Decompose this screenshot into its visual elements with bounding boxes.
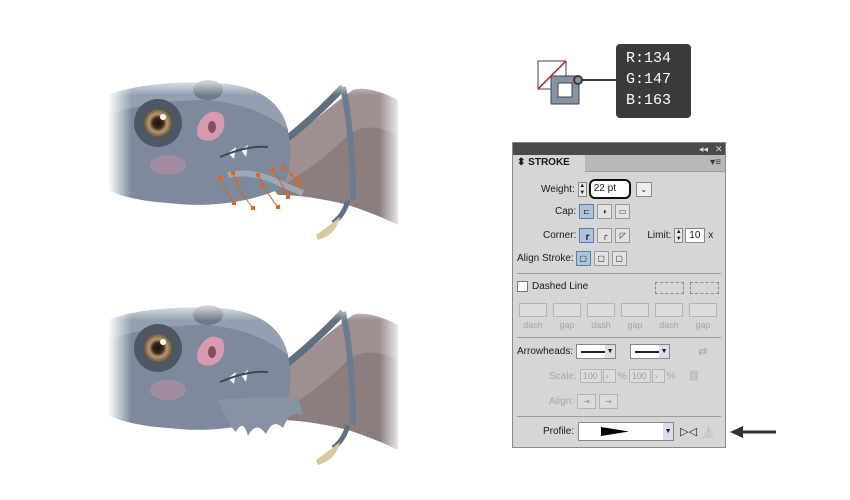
- projecting-cap-icon[interactable]: ▭: [615, 204, 631, 219]
- divider: [517, 337, 721, 338]
- start-scale-input[interactable]: 100: [579, 369, 602, 383]
- profile-row: Profile: ▼ ▷◁ ⏅: [543, 422, 714, 441]
- weight-label: Weight:: [541, 183, 575, 195]
- corner-row: Corner: ┏ ╭ ◸ Limit: ▲ ▼ 10 x: [543, 228, 713, 243]
- align-outside-icon[interactable]: ▢: [611, 251, 627, 266]
- link-icon[interactable]: ⛓: [688, 371, 701, 382]
- dash-label: dash: [591, 320, 611, 330]
- cap-row: Cap: ⊏ ◖ ▭: [555, 204, 633, 219]
- gap-field-3[interactable]: [689, 303, 717, 317]
- cap-label: Cap:: [555, 206, 577, 217]
- green-value: G:147: [626, 71, 672, 88]
- red-value: R:134: [626, 50, 672, 67]
- gap-field-2[interactable]: [621, 303, 649, 317]
- pointer-arrow-icon: [730, 426, 776, 438]
- dash-label: dash: [523, 320, 543, 330]
- dash-field-1[interactable]: [519, 303, 547, 317]
- limit-unit: x: [708, 230, 714, 241]
- scale-row: Scale: 100 › % 100 › % ⛓: [549, 369, 700, 383]
- bat-illustration-bottom: [108, 300, 403, 470]
- profile-preview-icon: [601, 427, 630, 436]
- arrowheads-label: Arrowheads:: [517, 346, 574, 357]
- corner-label: Corner:: [543, 230, 577, 241]
- blue-value: B:163: [626, 92, 672, 109]
- bat-illustration-top: [108, 75, 403, 245]
- miter-join-icon[interactable]: ┏: [579, 228, 595, 243]
- align-stroke-row: Align Stroke: ▢ ▢ ▢: [517, 251, 630, 266]
- weight-row: Weight: ▲ ▼ 22 pt ⌄: [541, 179, 652, 199]
- round-join-icon[interactable]: ╭: [597, 228, 613, 243]
- panel-titlebar[interactable]: ◂◂ ✕: [513, 143, 725, 155]
- end-arrowhead-select[interactable]: ▼: [630, 344, 671, 359]
- tab-stroke-label: STROKE: [528, 157, 570, 168]
- collapse-icon[interactable]: ◂◂: [699, 143, 708, 155]
- close-icon[interactable]: ✕: [715, 143, 723, 155]
- panel-tab-row: ⬍ STROKE ▾≡: [513, 155, 725, 172]
- dashed-line-label: Dashed Line: [532, 281, 589, 292]
- align-arrow-row: Align: ⇥ ⇥: [549, 394, 621, 409]
- extend-arrow-tip-icon[interactable]: ⇥: [577, 394, 597, 409]
- swap-arrowheads-icon[interactable]: ⇄: [698, 345, 707, 358]
- width-profile-select[interactable]: ▼: [578, 422, 675, 441]
- divider: [517, 416, 721, 417]
- weight-stepper[interactable]: ▲ ▼: [577, 181, 587, 197]
- round-cap-icon[interactable]: ◖: [597, 204, 613, 219]
- chevron-down-icon: ▼: [605, 345, 616, 358]
- dashed-line-row: Dashed Line: [517, 281, 588, 292]
- start-scale-arrow-icon[interactable]: ›: [602, 369, 616, 383]
- gap-field-1[interactable]: [553, 303, 581, 317]
- color-values-tooltip: R:134 G:147 B:163: [616, 44, 691, 118]
- gap-label: gap: [627, 320, 643, 330]
- percent-sign: %: [666, 370, 676, 382]
- limit-label: Limit:: [647, 230, 672, 241]
- align-dash-icon[interactable]: [690, 282, 719, 294]
- gap-label: gap: [559, 320, 575, 330]
- weight-input[interactable]: 22 pt: [588, 179, 631, 199]
- flip-across-icon[interactable]: ⏅: [703, 424, 714, 440]
- gap-label: gap: [695, 320, 711, 330]
- end-scale-arrow-icon[interactable]: ›: [651, 369, 665, 383]
- place-arrow-tip-icon[interactable]: ⇥: [599, 394, 619, 409]
- align-inside-icon[interactable]: ▢: [593, 251, 609, 266]
- chevron-down-icon: ▼: [663, 423, 674, 440]
- limit-input[interactable]: 10: [685, 228, 706, 243]
- tab-arrows-icon: ⬍: [517, 157, 526, 168]
- bevel-join-icon[interactable]: ◸: [615, 228, 631, 243]
- start-arrowhead-select[interactable]: ▼: [576, 344, 617, 359]
- preserve-dash-icon[interactable]: [655, 282, 684, 294]
- end-scale-input[interactable]: 100: [628, 369, 651, 383]
- butt-cap-icon[interactable]: ⊏: [579, 204, 595, 219]
- dash-field-3[interactable]: [655, 303, 683, 317]
- panel-menu-icon[interactable]: ▾≡: [710, 157, 721, 168]
- align-arrow-label: Align:: [549, 396, 575, 407]
- align-center-icon[interactable]: ▢: [575, 251, 591, 266]
- divider: [517, 273, 721, 274]
- dash-field-2[interactable]: [587, 303, 615, 317]
- stroke-panel: ◂◂ ✕ ⬍ STROKE ▾≡ Weight: ▲ ▼ 22 pt ⌄ Cap:…: [512, 142, 726, 448]
- dashed-line-checkbox[interactable]: [517, 281, 528, 292]
- profile-label: Profile:: [543, 426, 575, 437]
- align-stroke-label: Align Stroke:: [517, 253, 574, 264]
- limit-stepper[interactable]: ▲ ▼: [674, 228, 684, 243]
- weight-dropdown-button[interactable]: ⌄: [635, 181, 652, 197]
- arrowheads-row: Arrowheads: ▼ ▼ ⇄: [517, 344, 707, 359]
- scale-label: Scale:: [549, 370, 577, 382]
- chevron-down-icon: ▼: [659, 345, 670, 358]
- tooltip-connector: [573, 75, 618, 85]
- tab-stroke[interactable]: ⬍ STROKE: [513, 155, 585, 172]
- flip-along-icon[interactable]: ▷◁: [680, 425, 697, 438]
- dash-label: dash: [659, 320, 679, 330]
- percent-sign: %: [617, 370, 627, 382]
